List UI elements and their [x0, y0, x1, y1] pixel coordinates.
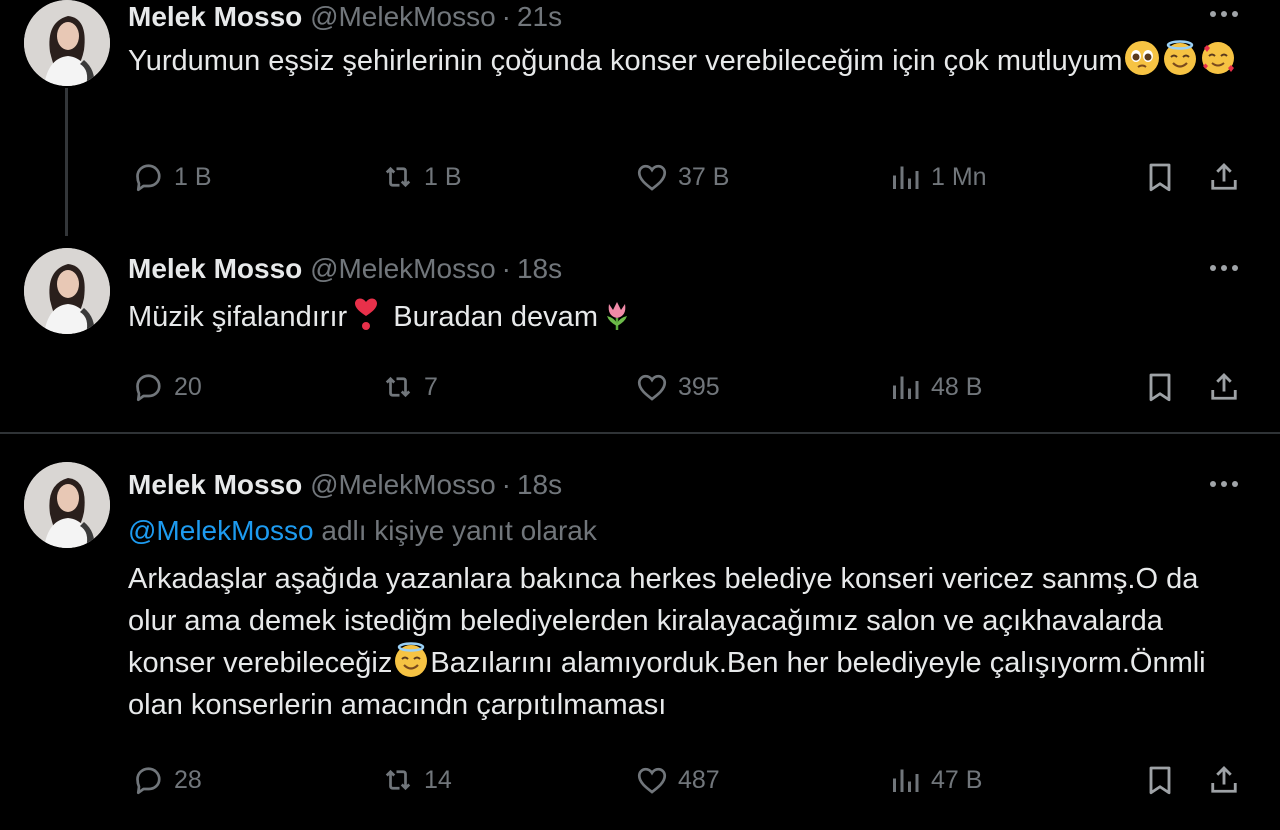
heart-icon [637, 374, 667, 401]
user-handle[interactable]: @MelekMosso [310, 1, 496, 32]
separator-dot: · [501, 253, 511, 284]
reply-button[interactable]: 1 B [130, 157, 212, 197]
bookmark-button[interactable] [1142, 157, 1178, 197]
more-options-icon[interactable] [1206, 474, 1242, 494]
like-button[interactable]: 487 [634, 760, 720, 800]
more-options-icon[interactable] [1206, 258, 1242, 278]
display-name[interactable]: Melek Mosso [128, 469, 302, 500]
tweet-text: Yurdumun eşsiz şehirlerinin çoğunda kons… [128, 40, 1238, 82]
reply-button[interactable]: 28 [130, 760, 202, 800]
avatar[interactable] [24, 248, 110, 334]
heart-exclamation-emoji [348, 296, 384, 332]
repost-count: 1 B [424, 162, 462, 191]
avatar-image [24, 462, 110, 548]
user-handle[interactable]: @MelekMosso [310, 469, 496, 500]
view-count: 48 B [931, 372, 983, 401]
tweet-header: Melek Mosso @MelekMosso · 21s [128, 0, 562, 34]
repost-icon [385, 769, 411, 791]
reply-icon [136, 767, 161, 795]
more-options-icon[interactable] [1206, 4, 1242, 24]
repost-icon [385, 166, 411, 188]
views-chart-icon [893, 769, 919, 792]
views-button[interactable]: 48 B [887, 367, 982, 407]
heart-icon [637, 767, 667, 794]
share-icon [1211, 372, 1237, 400]
view-count: 1 Mn [931, 162, 987, 191]
pleading-face-emoji [1124, 40, 1160, 76]
like-count: 395 [678, 372, 720, 401]
bookmark-icon [1149, 163, 1171, 192]
repost-icon [385, 376, 411, 398]
tweet-text-content: Yurdumun eşsiz şehirlerinin çoğunda kons… [128, 45, 1123, 77]
tweet-header: Melek Mosso @MelekMosso · 18s [128, 468, 562, 502]
bookmark-icon [1149, 766, 1171, 795]
repost-count: 14 [424, 765, 452, 794]
separator-dot: · [501, 469, 511, 500]
reply-mention-link[interactable]: @MelekMosso [128, 515, 314, 546]
timestamp[interactable]: 18s [517, 469, 562, 500]
tweet[interactable]: Melek Mosso @MelekMosso · 18s Müzik şifala… [0, 232, 1280, 434]
like-button[interactable]: 395 [634, 367, 720, 407]
separator-dot: · [501, 1, 511, 32]
share-icon [1211, 162, 1237, 190]
share-button[interactable] [1206, 760, 1242, 800]
tweet-text: Müzik şifalandırır Buradan devam [128, 296, 1238, 338]
tweet-text-content: Müzik şifalandırır [128, 301, 348, 333]
like-button[interactable]: 37 B [634, 157, 729, 197]
reply-suffix-text: adlı kişiye yanıt olarak [313, 515, 597, 546]
reply-icon [136, 374, 161, 402]
views-chart-icon [893, 166, 919, 189]
reply-icon [136, 164, 161, 192]
views-button[interactable]: 1 Mn [887, 157, 987, 197]
timestamp[interactable]: 21s [517, 1, 562, 32]
user-handle[interactable]: @MelekMosso [310, 253, 496, 284]
tweet[interactable]: Melek Mosso @MelekMosso · 18s @MelekMosso … [0, 434, 1280, 830]
tweet-feed: Melek Mosso @MelekMosso · 21s Yurdumun eşs… [0, 0, 1280, 830]
share-button[interactable] [1206, 157, 1242, 197]
like-count: 487 [678, 765, 720, 794]
tweet-header: Melek Mosso @MelekMosso · 18s [128, 252, 562, 286]
tweet-actions: 1 B 1 B 37 B 1 Mn [0, 157, 1280, 197]
reply-count: 20 [174, 372, 202, 401]
avatar-image [24, 248, 110, 334]
replying-to: @MelekMosso adlı kişiye yanıt olarak [128, 514, 597, 548]
tweet-actions: 20 7 395 48 B [0, 367, 1280, 407]
views-chart-icon [893, 376, 919, 399]
bookmark-button[interactable] [1142, 367, 1178, 407]
avatar[interactable] [24, 462, 110, 548]
reply-button[interactable]: 20 [130, 367, 202, 407]
smiling-face-with-halo-emoji [1162, 40, 1198, 76]
tweet-actions: 28 14 487 47 B [0, 760, 1280, 800]
smiling-face-with-halo-emoji [393, 642, 429, 678]
timestamp[interactable]: 18s [517, 253, 562, 284]
repost-button[interactable]: 1 B [380, 157, 462, 197]
bookmark-button[interactable] [1142, 760, 1178, 800]
views-button[interactable]: 47 B [887, 760, 982, 800]
display-name[interactable]: Melek Mosso [128, 1, 302, 32]
reply-count: 1 B [174, 162, 212, 191]
tweet-text: Arkadaşlar aşağıda yazanlara bakınca her… [128, 558, 1238, 726]
repost-count: 7 [424, 372, 438, 401]
share-button[interactable] [1206, 367, 1242, 407]
tweet[interactable]: Melek Mosso @MelekMosso · 21s Yurdumun eşs… [0, 0, 1280, 236]
like-count: 37 B [678, 162, 730, 191]
smiling-face-with-hearts-emoji [1200, 40, 1236, 76]
reply-count: 28 [174, 765, 202, 794]
avatar[interactable] [24, 0, 110, 86]
repost-button[interactable]: 14 [380, 760, 452, 800]
repost-button[interactable]: 7 [380, 367, 438, 407]
avatar-image [24, 0, 110, 86]
tulip-emoji [599, 296, 635, 332]
heart-icon [637, 164, 667, 191]
display-name[interactable]: Melek Mosso [128, 253, 302, 284]
share-icon [1211, 765, 1237, 793]
view-count: 47 B [931, 765, 983, 794]
tweet-text-continuation: Buradan devam [385, 301, 598, 333]
bookmark-icon [1149, 373, 1171, 402]
